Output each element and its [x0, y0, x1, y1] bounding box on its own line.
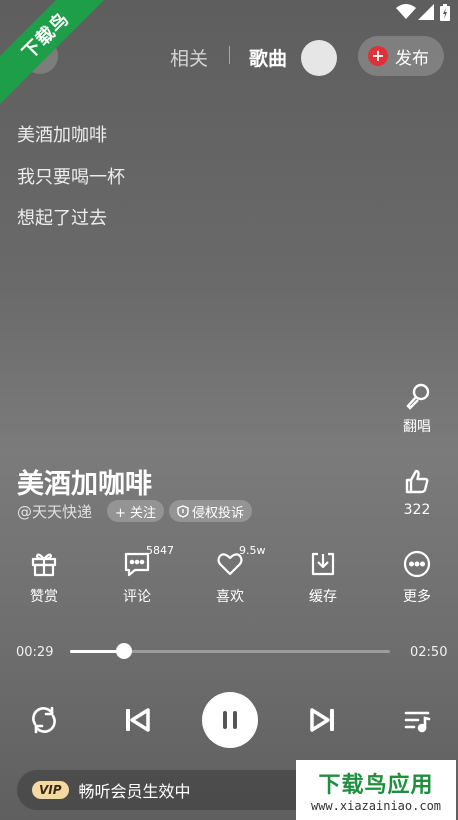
- brand-watermark-url: www.xiazainiao.com: [310, 799, 442, 813]
- shield-icon: [177, 504, 189, 518]
- cover-button[interactable]: 翻唱: [392, 382, 442, 436]
- plus-icon: +: [368, 46, 388, 66]
- lyric-line: 美酒加咖啡: [17, 125, 107, 146]
- more-icon: [403, 550, 431, 578]
- pause-icon: [223, 711, 237, 729]
- signal-icon: [418, 4, 434, 20]
- tab-related[interactable]: 相关: [170, 44, 208, 71]
- elapsed-time: 00:29: [16, 645, 54, 660]
- progress-thumb[interactable]: [116, 643, 133, 659]
- more-button[interactable]: 更多: [387, 550, 447, 606]
- loop-button[interactable]: [24, 700, 64, 740]
- favorite-label: 喜欢: [216, 589, 244, 605]
- battery-icon: [440, 4, 450, 21]
- comment-button[interactable]: 评论: [107, 550, 167, 606]
- brand-watermark: 下载鸟应用 www.xiazainiao.com: [296, 760, 456, 820]
- report-label: 侵权投诉: [192, 505, 245, 521]
- pause-button[interactable]: [202, 692, 258, 748]
- total-time: 02:50: [410, 645, 448, 660]
- playlist-icon: [404, 711, 431, 733]
- more-label: 更多: [403, 589, 431, 605]
- like-button[interactable]: 322: [392, 468, 442, 518]
- lyric-line: 我只要喝一杯: [17, 167, 125, 188]
- cover-label: 翻唱: [403, 419, 431, 435]
- follow-button[interactable]: + 关注: [107, 500, 165, 522]
- tab-divider: [229, 46, 230, 64]
- comment-label: 评论: [123, 589, 151, 605]
- song-title: 美酒加咖啡: [17, 469, 152, 500]
- avatar[interactable]: [301, 40, 337, 76]
- comment-count-badge: 5847: [146, 544, 174, 557]
- vip-badge: VIP: [32, 781, 69, 799]
- gift-icon: [31, 553, 57, 577]
- next-icon: [310, 708, 334, 732]
- next-button[interactable]: [303, 700, 343, 740]
- reward-label: 赞赏: [30, 589, 58, 605]
- publish-label: 发布: [395, 48, 429, 69]
- tab-songs[interactable]: 歌曲: [249, 44, 287, 71]
- cache-button[interactable]: 缓存: [293, 550, 353, 606]
- wifi-icon: [396, 4, 416, 19]
- like-count: 322: [403, 502, 431, 518]
- thumbs-up-icon: [405, 469, 429, 494]
- favorite-button[interactable]: 喜欢: [200, 550, 260, 606]
- lyric-line: 想起了过去: [17, 208, 107, 229]
- brand-watermark-title: 下载鸟应用: [318, 773, 434, 798]
- repeat-icon: [32, 706, 56, 734]
- vip-status-text: 畅听会员生效中: [78, 782, 191, 801]
- previous-icon: [126, 708, 150, 732]
- favorite-count-badge: 9.5w: [239, 544, 266, 557]
- publish-button[interactable]: + 发布: [358, 36, 444, 76]
- artist-name[interactable]: @天天快递: [17, 501, 92, 522]
- cache-label: 缓存: [309, 589, 337, 605]
- download-icon: [311, 552, 335, 576]
- microphone-icon: [406, 383, 430, 410]
- previous-button[interactable]: [117, 700, 157, 740]
- reward-button[interactable]: 赞赏: [14, 550, 74, 606]
- report-button[interactable]: 侵权投诉: [169, 500, 253, 522]
- playlist-button[interactable]: [397, 700, 437, 740]
